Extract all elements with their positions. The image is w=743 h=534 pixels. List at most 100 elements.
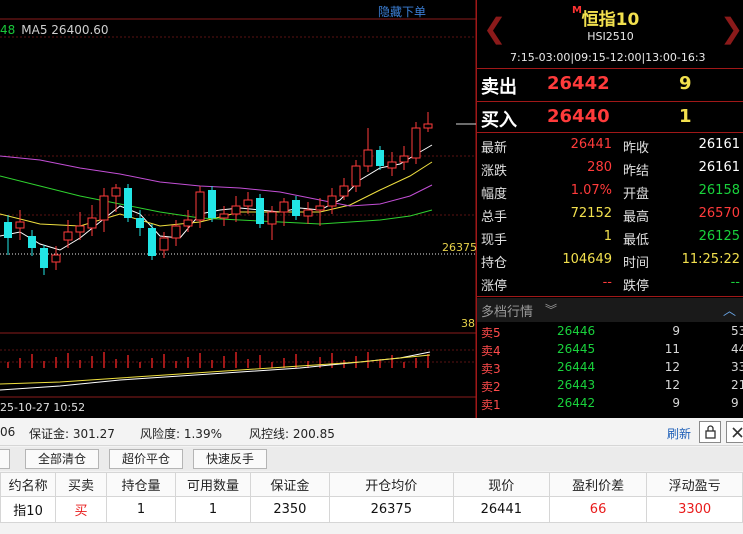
candle-body bbox=[15, 221, 25, 229]
column-header[interactable]: 持仓量 bbox=[105, 472, 177, 497]
volume-ma-line bbox=[0, 354, 431, 385]
double-chevron-down-icon[interactable]: ︾ bbox=[545, 301, 557, 318]
depth-level: 卖2 bbox=[481, 380, 501, 394]
table-cell: 买 bbox=[55, 496, 107, 523]
candle-body bbox=[256, 198, 264, 224]
trading-window: 隐藏下单 48 MA5 26400.60 26375 38 25-10-27 10… bbox=[0, 0, 743, 534]
stat-value: 26158 bbox=[698, 183, 740, 198]
stat-value: 26161 bbox=[698, 137, 740, 152]
stat-label: 跌停 bbox=[623, 279, 650, 294]
account-bar: 06 保证金: 301.27 风险度: 1.39% 风控线: 200.85 刷新 bbox=[0, 418, 743, 446]
candle-body bbox=[75, 225, 85, 233]
candle-body bbox=[28, 236, 36, 248]
super-price-close-button[interactable]: 超价平仓 bbox=[109, 449, 183, 469]
stat-label: 持仓 bbox=[481, 256, 508, 271]
depth-cum-volume: 9 bbox=[731, 396, 739, 410]
depth-title: 多档行情 bbox=[481, 305, 534, 320]
column-header[interactable]: 开仓均价 bbox=[328, 472, 454, 497]
depth-cum-volume: 53 bbox=[731, 324, 743, 338]
candle-body bbox=[51, 254, 61, 263]
table-cell: 2350 bbox=[249, 496, 330, 523]
column-header[interactable]: 可用数量 bbox=[175, 472, 251, 497]
positions-header-row: 约名称 买卖 持仓量 可用数量 保证金 开仓均价 现价 盈利价差 浮动盈亏 bbox=[0, 472, 743, 497]
depth-cum-volume: 44 bbox=[731, 342, 743, 356]
partial-button[interactable] bbox=[0, 449, 10, 469]
table-cell: 指10 bbox=[0, 496, 57, 523]
column-header[interactable]: 浮动盈亏 bbox=[646, 472, 743, 497]
depth-level: 卖5 bbox=[481, 326, 501, 340]
candle-body bbox=[111, 187, 121, 197]
buy-volume: 1 bbox=[679, 106, 692, 127]
column-header[interactable]: 约名称 bbox=[0, 472, 57, 497]
kline-chart-svg[interactable] bbox=[0, 0, 476, 418]
depth-row[interactable]: 卖4 26445 11 44 bbox=[477, 340, 743, 358]
candle-body bbox=[292, 200, 300, 216]
stat-value: 1 bbox=[603, 229, 612, 244]
risk-info: 风险度: 1.39% bbox=[140, 427, 222, 441]
depth-row[interactable]: 卖1 26442 9 9 bbox=[477, 394, 743, 412]
depth-cum-volume: 21 bbox=[731, 378, 743, 392]
stat-label: 总手 bbox=[481, 210, 508, 225]
candle-body bbox=[40, 248, 48, 268]
stat-label: 开盘 bbox=[623, 187, 650, 202]
candle-body bbox=[159, 237, 169, 251]
contract-code: HSI2510 bbox=[587, 30, 634, 43]
candle-body bbox=[267, 211, 277, 225]
quote-stat-row: 幅度 1.07% 开盘 26158 bbox=[477, 180, 743, 203]
depth-volume: 9 bbox=[672, 324, 680, 338]
stat-value: 26441 bbox=[570, 137, 612, 152]
candle-body bbox=[339, 185, 349, 197]
close-button[interactable] bbox=[726, 421, 743, 443]
column-header[interactable]: 保证金 bbox=[249, 472, 330, 497]
trading-panel: 06 保证金: 301.27 风险度: 1.39% 风控线: 200.85 刷新… bbox=[0, 418, 743, 534]
open-interest-line bbox=[0, 351, 431, 391]
quick-reverse-button[interactable]: 快速反手 bbox=[193, 449, 267, 469]
close-icon bbox=[732, 427, 743, 438]
depth-row[interactable]: 卖3 26444 12 33 bbox=[477, 358, 743, 376]
lock-button[interactable] bbox=[699, 421, 721, 443]
stat-value: 26125 bbox=[698, 229, 740, 244]
buy-price[interactable]: 26440 bbox=[547, 106, 610, 127]
sell-price[interactable]: 26442 bbox=[547, 73, 610, 94]
stat-value: 72152 bbox=[570, 206, 612, 221]
candle-body bbox=[303, 209, 313, 217]
table-row[interactable]: 指10 买 1 1 2350 26375 26441 66 3300 bbox=[0, 496, 743, 523]
depth-row[interactable]: 卖5 26446 9 53 bbox=[477, 322, 743, 340]
collapse-chevron-up-icon[interactable]: ︿ bbox=[723, 300, 736, 319]
lock-icon bbox=[705, 425, 716, 439]
stat-value: 26570 bbox=[698, 206, 740, 221]
candle-body bbox=[411, 127, 421, 159]
volume-axis-tag: 38 bbox=[461, 317, 475, 330]
quote-stat-row: 最新 26441 昨收 26161 bbox=[477, 134, 743, 157]
hide-order-link[interactable]: 隐藏下单 bbox=[378, 3, 426, 20]
margin-info: 保证金: 301.27 bbox=[29, 427, 115, 441]
stat-label: 最新 bbox=[481, 141, 508, 156]
quote-stat-row: 涨跌 280 昨结 26161 bbox=[477, 157, 743, 180]
candle-body bbox=[183, 219, 193, 227]
candle-body bbox=[363, 149, 373, 167]
ma-legend-value: 48 bbox=[0, 23, 16, 37]
buy-label: 买入 bbox=[481, 110, 517, 131]
close-all-button[interactable]: 全部清仓 bbox=[25, 449, 99, 469]
table-cell: 1 bbox=[175, 496, 251, 523]
stat-value: -- bbox=[602, 275, 612, 290]
sell-row[interactable]: 卖出 26442 9 bbox=[477, 70, 743, 100]
quote-stat-row: 现手 1 最低 26125 bbox=[477, 226, 743, 249]
depth-row[interactable]: 卖2 26443 12 21 bbox=[477, 376, 743, 394]
depth-header[interactable]: 多档行情 ︾ ︿ bbox=[477, 298, 743, 322]
kline-chart[interactable]: 隐藏下单 48 MA5 26400.60 26375 38 25-10-27 10… bbox=[0, 0, 477, 418]
depth-level: 卖3 bbox=[481, 362, 501, 376]
refresh-link[interactable]: 刷新 bbox=[667, 425, 691, 442]
ma5-legend: MA5 26400.60 bbox=[21, 23, 109, 37]
column-header[interactable]: 现价 bbox=[452, 472, 550, 497]
divider bbox=[477, 296, 743, 297]
stat-label: 幅度 bbox=[481, 187, 508, 202]
column-header[interactable]: 盈利价差 bbox=[548, 472, 648, 497]
column-header[interactable]: 买卖 bbox=[55, 472, 107, 497]
buy-row[interactable]: 买入 26440 1 bbox=[477, 103, 743, 133]
ma-legend: 48 MA5 26400.60 bbox=[0, 23, 109, 37]
depth-price: 26444 bbox=[557, 360, 596, 374]
candle-body bbox=[351, 165, 361, 187]
depth-price: 26446 bbox=[557, 324, 596, 338]
depth-volume: 12 bbox=[664, 360, 680, 374]
